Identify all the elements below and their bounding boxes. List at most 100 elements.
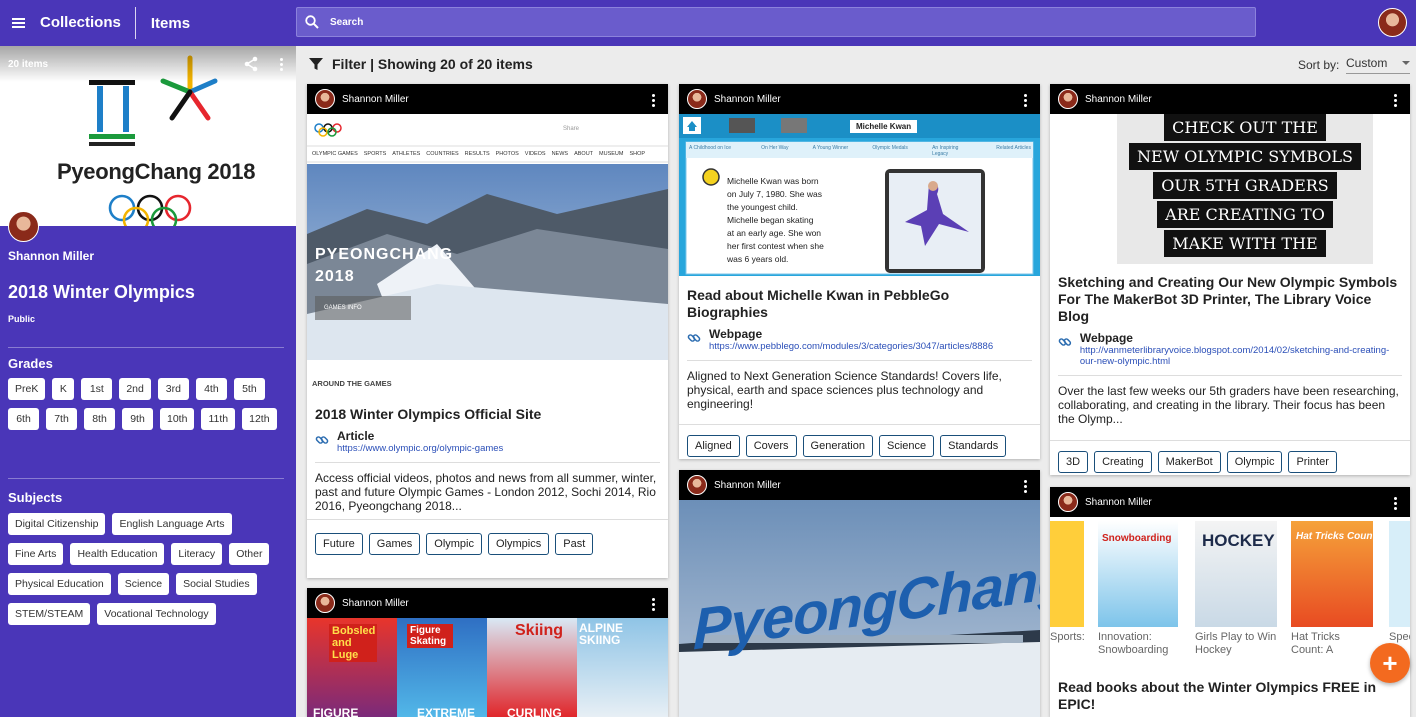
owner-name[interactable]: Shannon Miller — [1085, 94, 1152, 105]
book-label[interactable]: Spee — [1389, 631, 1410, 644]
item-card[interactable]: Shannon Miller Michelle Kwan A Childhood… — [679, 84, 1040, 459]
subject-chip[interactable]: Social Studies — [176, 573, 257, 595]
divider — [307, 519, 668, 520]
tag[interactable]: Generation — [802, 435, 873, 457]
item-card[interactable]: Shannon Miller Share OLYMPIC GAMES SPORTS… — [307, 84, 668, 578]
more-options-icon[interactable] — [1020, 480, 1030, 493]
tag[interactable]: Printer — [1288, 451, 1337, 473]
grade-chip[interactable]: 2nd — [119, 378, 151, 400]
tag[interactable]: Science — [878, 435, 935, 457]
subject-chip[interactable]: Fine Arts — [8, 543, 64, 565]
item-card[interactable]: Shannon Miller Snowboarding HOCKEY Hat T… — [1050, 487, 1410, 717]
owner-avatar[interactable] — [315, 89, 335, 109]
card-title[interactable]: 2018 Winter Olympics Official Site — [307, 406, 668, 423]
tag[interactable]: Future — [315, 533, 363, 555]
tag[interactable]: Past — [555, 533, 594, 555]
owner-avatar[interactable] — [687, 475, 707, 495]
search-input[interactable] — [330, 16, 1230, 28]
owner-avatar[interactable] — [1058, 492, 1078, 512]
search-bar[interactable] — [296, 7, 1256, 37]
item-card[interactable]: Shannon Miller Bobsled and Luge Figure S… — [307, 588, 668, 717]
content-type: Article — [337, 429, 375, 443]
tag[interactable]: Aligned — [687, 435, 740, 457]
subject-chip[interactable]: Digital Citizenship — [8, 513, 106, 535]
tag[interactable]: Creating — [1094, 451, 1152, 473]
card-title[interactable]: Read books about the Winter Olympics FRE… — [1050, 679, 1410, 713]
sort-label: Sort by: — [1298, 58, 1340, 72]
grade-chip[interactable]: 9th — [122, 408, 153, 430]
content-url[interactable]: https://www.pebblego.com/modules/3/categ… — [709, 341, 993, 352]
grade-chip[interactable]: 12th — [242, 408, 277, 430]
tag[interactable]: Standards — [940, 435, 1007, 457]
subject-chip[interactable]: Science — [117, 573, 170, 595]
grade-chip[interactable]: 8th — [84, 408, 115, 430]
content-url[interactable]: https://www.olympic.org/olympic-games — [337, 443, 503, 454]
more-options-icon[interactable] — [1390, 94, 1400, 107]
owner-name[interactable]: Shannon Miller — [342, 598, 409, 609]
card-thumbnail[interactable]: CHECK OUT THE NEW OLYMPIC SYMBOLS OUR 5T… — [1050, 114, 1410, 264]
tag[interactable]: Olympic — [1226, 451, 1283, 473]
subject-chip[interactable]: Vocational Technology — [97, 603, 216, 625]
grade-chip[interactable]: 4th — [195, 378, 227, 400]
share-icon[interactable] — [243, 56, 259, 72]
more-options-icon[interactable] — [1020, 94, 1030, 107]
grade-chip[interactable]: 3rd — [157, 378, 189, 400]
more-options-icon[interactable] — [1390, 497, 1400, 510]
collections-link[interactable]: Collections — [36, 7, 136, 39]
owner-name[interactable]: Shannon Miller — [714, 94, 781, 105]
items-link[interactable]: Items — [136, 15, 303, 32]
subject-chip[interactable]: Other — [229, 543, 270, 565]
card-thumbnail[interactable]: Michelle Kwan A Childhood on Ice On Her W… — [679, 114, 1040, 276]
owner-avatar[interactable] — [687, 89, 707, 109]
owner-name[interactable]: Shannon Miller — [714, 480, 781, 491]
tag[interactable]: Olympics — [488, 533, 550, 555]
grade-chip[interactable]: PreK — [8, 378, 46, 400]
grade-chip[interactable]: 1st — [81, 378, 113, 400]
more-options-icon[interactable] — [276, 58, 286, 71]
book-cover — [1050, 521, 1084, 627]
filter-button[interactable]: Filter | Showing 20 of 20 items — [308, 56, 533, 72]
menu-icon[interactable] — [0, 0, 36, 46]
owner-avatar[interactable] — [315, 593, 335, 613]
owner-name[interactable]: Shannon Miller — [342, 94, 409, 105]
card-thumbnail[interactable]: Bobsled and Luge Figure Skating Skiing A… — [307, 618, 668, 717]
subject-chip[interactable]: Physical Education — [8, 573, 111, 595]
book-label[interactable]: Innovation: Snowboarding — [1098, 631, 1182, 657]
owner-avatar[interactable] — [8, 211, 39, 242]
more-options-icon[interactable] — [648, 598, 658, 611]
grade-chip[interactable]: 11th — [201, 408, 236, 430]
book-label[interactable]: Hat Tricks Count: A — [1291, 631, 1375, 657]
card-description: Aligned to Next Generation Science Stand… — [687, 369, 1002, 411]
card-thumbnail[interactable]: PyeongChang 2018 — [679, 500, 1040, 717]
tag[interactable]: Olympic — [426, 533, 482, 555]
subject-chip[interactable]: STEM/STEAM — [8, 603, 91, 625]
tag[interactable]: Games — [368, 533, 421, 555]
book-label[interactable]: Sports: — [1050, 631, 1084, 644]
item-card[interactable]: Shannon Miller PyeongChang 2018 — [679, 470, 1040, 717]
owner-name[interactable]: Shannon Miller — [1085, 497, 1152, 508]
card-thumbnail[interactable]: Share OLYMPIC GAMES SPORTS ATHLETES COUNTRI… — [307, 114, 668, 400]
tag[interactable]: Covers — [745, 435, 797, 457]
owner-avatar[interactable] — [1058, 89, 1078, 109]
subject-chip[interactable]: Health Education — [70, 543, 165, 565]
book-label[interactable]: Girls Play to Win Hockey — [1195, 631, 1279, 657]
sort-select[interactable]: Custom — [1346, 50, 1410, 74]
item-card[interactable]: Shannon Miller CHECK OUT THE NEW OLYMPIC… — [1050, 84, 1410, 475]
grade-chip[interactable]: K — [52, 378, 75, 400]
tag[interactable]: 3D — [1058, 451, 1089, 473]
grade-chip[interactable]: 10th — [160, 408, 195, 430]
card-title[interactable]: Sketching and Creating Our New Olympic S… — [1050, 274, 1410, 325]
content-url[interactable]: http://vanmeterlibraryvoice.blogspot.com… — [1080, 345, 1402, 367]
user-avatar[interactable] — [1378, 8, 1407, 37]
grade-chip[interactable]: 7th — [46, 408, 77, 430]
subject-chip[interactable]: English Language Arts — [112, 513, 232, 535]
more-options-icon[interactable] — [648, 94, 658, 107]
subject-chip[interactable]: Literacy — [171, 543, 223, 565]
tag[interactable]: MakerBot — [1157, 451, 1221, 473]
grade-chip[interactable]: 6th — [8, 408, 39, 430]
owner-name[interactable]: Shannon Miller — [8, 249, 94, 263]
add-item-button[interactable]: + — [1370, 643, 1410, 683]
grade-chip[interactable]: 5th — [233, 378, 265, 400]
card-title[interactable]: Read about Michelle Kwan in PebbleGo Bio… — [679, 287, 1040, 321]
card-thumbnail[interactable]: Snowboarding HOCKEY Hat Tricks Count Spo… — [1050, 517, 1410, 667]
